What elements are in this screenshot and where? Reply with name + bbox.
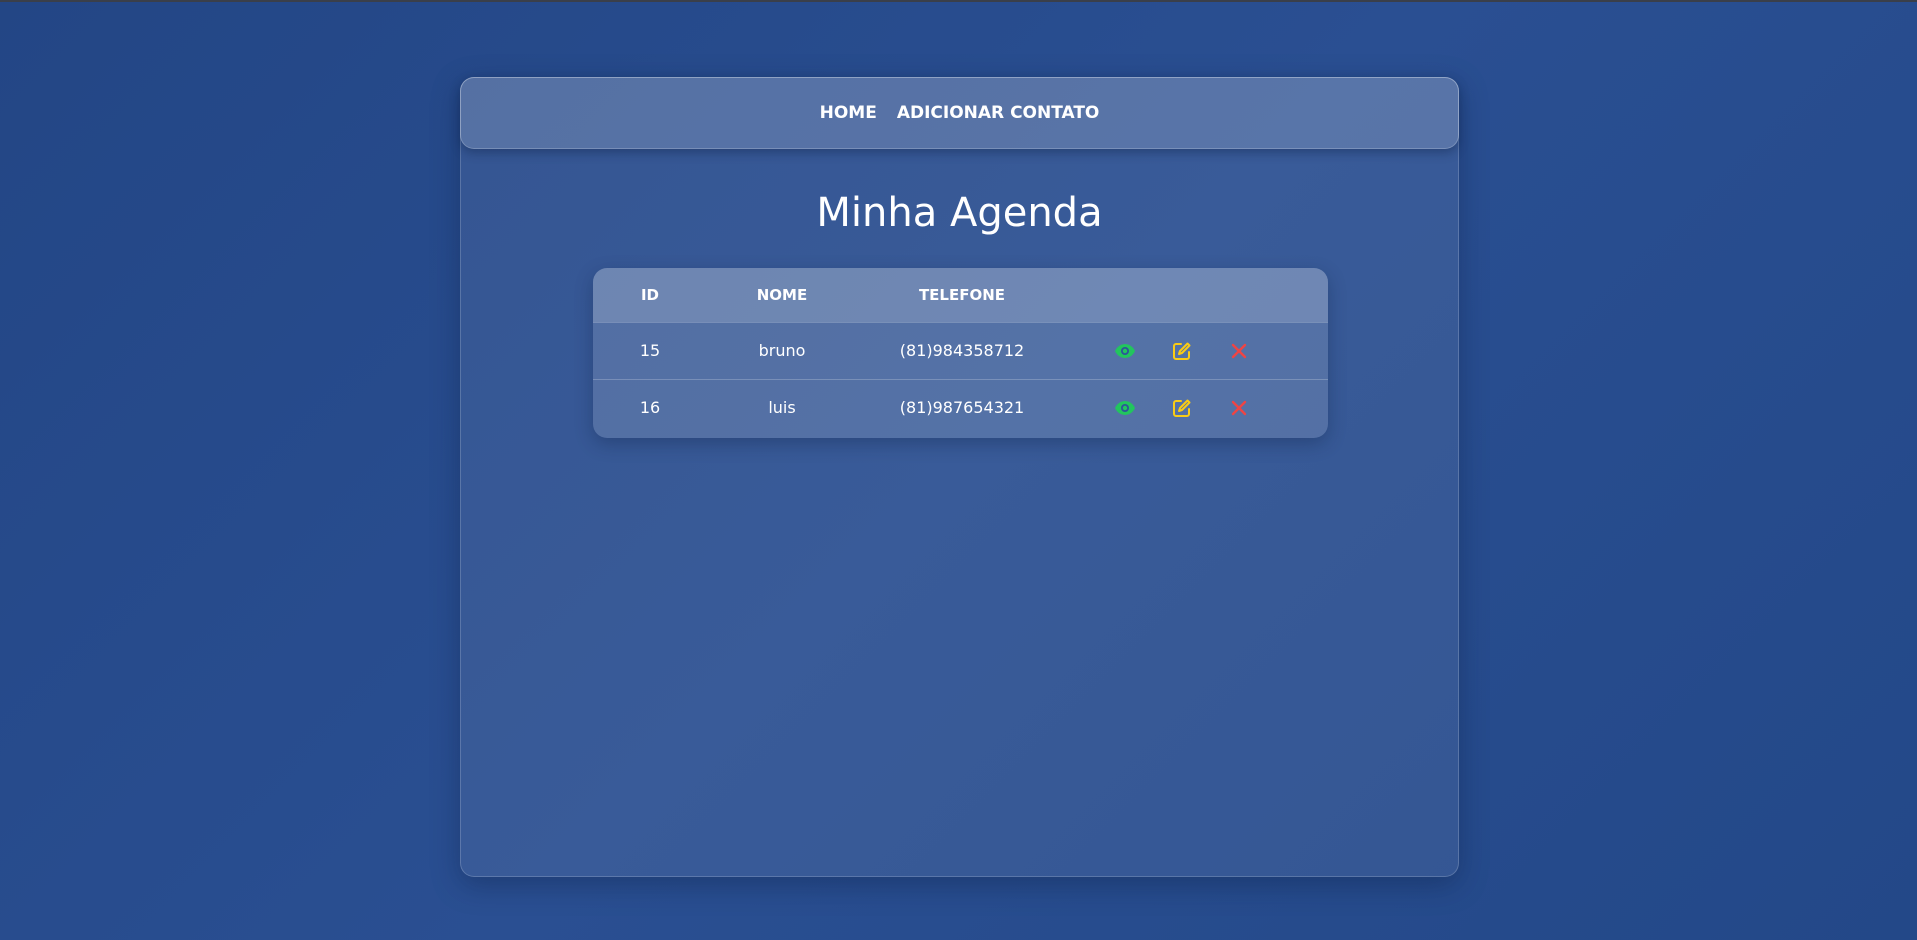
nav-link-add-contact[interactable]: ADICIONAR CONTATO [897, 103, 1100, 123]
delete-button[interactable] [1227, 396, 1251, 420]
cell-actions [1067, 322, 1328, 379]
view-button[interactable] [1113, 339, 1137, 363]
page-title: Minha Agenda [816, 190, 1103, 236]
eye-icon [1115, 343, 1135, 358]
table-header-row: ID NOME TELEFONE [593, 268, 1328, 322]
delete-button[interactable] [1227, 339, 1251, 363]
cell-nome: bruno [758, 341, 806, 360]
header-id: ID [640, 285, 660, 304]
header-nome: NOME [756, 285, 808, 304]
cell-nome: luis [768, 398, 796, 418]
cell-id: 15 [639, 341, 661, 360]
close-icon [1231, 400, 1247, 415]
edit-icon [1173, 399, 1191, 417]
close-icon [1231, 343, 1247, 358]
cell-actions [1067, 379, 1328, 436]
cell-telefone: (81)984358712 [899, 341, 1025, 360]
header-actions [1067, 268, 1328, 322]
table-row: 15 bruno (81)984358712 [593, 322, 1328, 379]
navbar: HOME ADICIONAR CONTATO [460, 77, 1459, 149]
header-telefone: TELEFONE [918, 285, 1006, 304]
table-row: 16 luis (81)987654321 [593, 379, 1328, 436]
cell-telefone: (81)987654321 [899, 398, 1025, 418]
nav-link-home[interactable]: HOME [820, 103, 877, 123]
cell-id: 16 [639, 398, 661, 418]
edit-button[interactable] [1170, 396, 1194, 420]
edit-icon [1173, 342, 1191, 360]
edit-button[interactable] [1170, 339, 1194, 363]
contacts-table: ID NOME TELEFONE 15 bruno (81)984358712 [593, 268, 1328, 438]
view-button[interactable] [1113, 396, 1137, 420]
eye-icon [1115, 400, 1135, 415]
main-card: HOME ADICIONAR CONTATO Minha Agenda ID N… [460, 77, 1459, 877]
